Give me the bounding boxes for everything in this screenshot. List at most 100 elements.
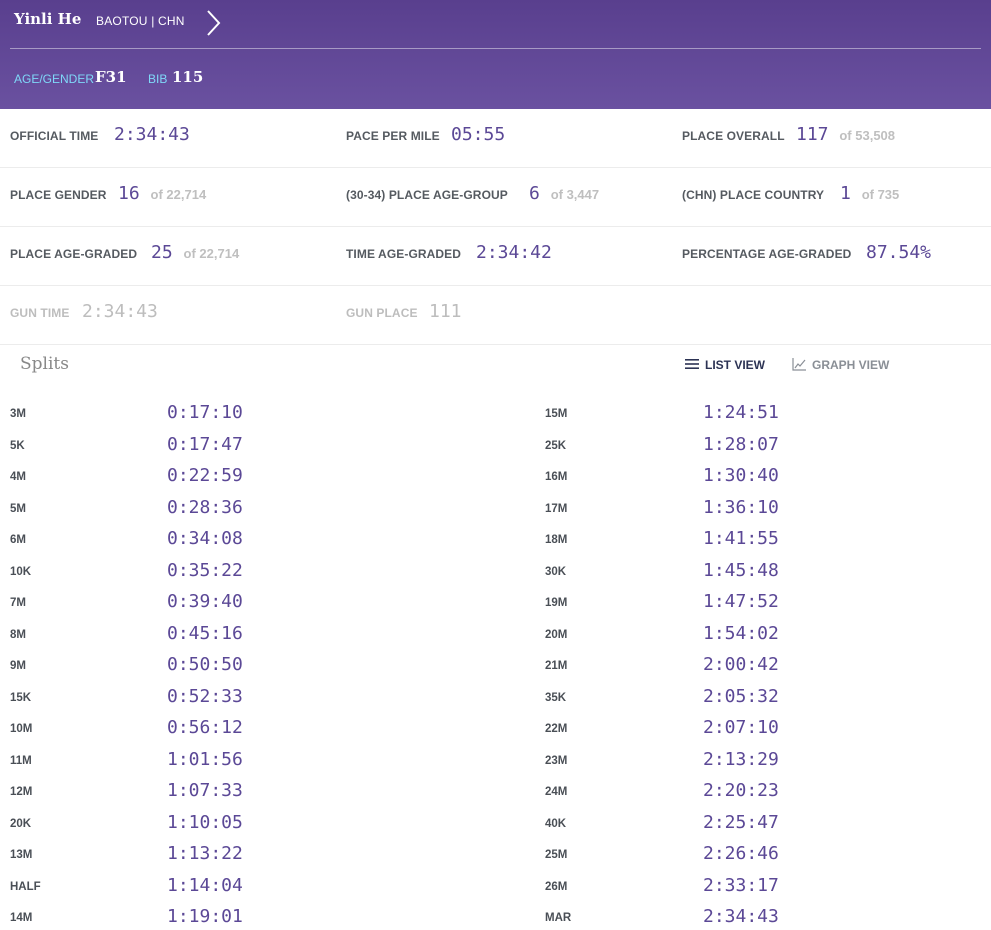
split-label: 5M: [10, 502, 26, 515]
split-label: 23M: [545, 754, 568, 767]
split-label: 4M: [10, 471, 26, 483]
split-time: 0:17:10: [167, 402, 243, 423]
split-time: 2:05:32: [703, 685, 779, 707]
stat-of-total: of 53,508: [839, 128, 896, 143]
split-time: 0:35:22: [167, 559, 243, 581]
stat-value-number: 117: [796, 124, 829, 145]
stat-value-number: 1: [840, 183, 851, 204]
runner-location: BAOTOU | CHN: [96, 14, 185, 28]
stat-value: 117 of 53,508: [796, 124, 895, 145]
split-label: 25K: [545, 439, 567, 452]
header-divider: [10, 48, 981, 49]
stat-label: (CHN) PLACE COUNTRY: [682, 188, 825, 202]
split-label: 35K: [545, 691, 567, 704]
stat-value: 2:34:42: [476, 242, 552, 263]
splits-title: Splits: [20, 354, 69, 374]
stat-value: 87.54%: [866, 242, 931, 263]
stat-value-number: 05:55: [451, 124, 506, 145]
split-time: 1:28:07: [703, 433, 779, 455]
split-label: 21M: [545, 660, 568, 672]
split-label: 19M: [545, 597, 568, 609]
split-time: 1:47:52: [703, 591, 779, 612]
bib-value: 115: [172, 68, 204, 86]
stat-label: OFFICIAL TIME: [10, 129, 99, 143]
stat-label: PACE PER MILE: [346, 129, 440, 143]
split-time: 1:54:02: [703, 622, 779, 644]
split-label: 22M: [545, 723, 568, 735]
stat-value-number: 87.54%: [866, 242, 932, 263]
stat-label: PERCENTAGE AGE-GRADED: [682, 247, 852, 261]
line-chart-icon: [792, 358, 806, 374]
stat-label: PLACE GENDER: [10, 188, 107, 202]
split-label: 18M: [545, 534, 568, 546]
stat-value-number: 2:34:43: [82, 301, 158, 322]
split-label: 9M: [10, 660, 26, 672]
split-label: 30K: [545, 565, 567, 578]
split-time: 2:07:10: [703, 717, 779, 738]
stat-of-total: of 22,714: [150, 187, 207, 202]
stat-value: 2:34:43: [82, 301, 158, 322]
split-label: 26M: [545, 880, 568, 893]
split-time: 0:34:08: [167, 528, 243, 549]
split-label: 5K: [10, 439, 25, 452]
stat-label: (30-34) PLACE AGE-GROUP: [346, 188, 508, 202]
split-label: 6M: [10, 534, 26, 546]
stat-value-number: 2:34:43: [114, 124, 190, 145]
graph-view-label: GRAPH VIEW: [812, 358, 890, 373]
stat-value: 2:34:43: [114, 124, 190, 145]
split-label: MAR: [545, 912, 572, 924]
stats-row: GUN TIME 2:34:43 GUN PLACE 111: [0, 286, 991, 345]
split-label: 12M: [10, 786, 33, 798]
split-time: 2:13:29: [703, 748, 779, 770]
split-time: 1:30:40: [703, 465, 779, 486]
stats-row: PLACE GENDER 16 of 22,714 (30-34) PLACE …: [0, 168, 991, 227]
stat-value: 111: [429, 301, 462, 322]
split-time: 1:01:56: [167, 748, 243, 770]
stats-row: PLACE AGE-GRADED 25 of 22,714 TIME AGE-G…: [0, 227, 991, 286]
split-label: 16M: [545, 471, 568, 483]
split-time: 0:28:36: [167, 496, 243, 518]
split-time: 0:50:50: [167, 654, 243, 675]
list-view-label: LIST VIEW: [705, 358, 765, 372]
split-time: 1:14:04: [167, 874, 243, 896]
split-label: 14M: [10, 912, 33, 924]
chevron-right-icon[interactable]: [202, 8, 226, 38]
split-label: 3M: [10, 408, 26, 420]
split-time: 1:45:48: [703, 559, 779, 581]
stat-value: 05:55: [451, 124, 505, 145]
split-label: 17M: [545, 502, 568, 515]
split-label: 40K: [545, 817, 567, 830]
age-gender-label: AGE/GENDER: [14, 72, 95, 86]
split-time: 0:17:47: [167, 433, 243, 455]
list-icon: [685, 358, 699, 373]
split-time: 2:33:17: [703, 874, 779, 896]
list-view-button[interactable]: LIST VIEW: [685, 358, 765, 373]
stat-label: TIME AGE-GRADED: [346, 247, 462, 261]
stat-value-number: 25: [151, 242, 173, 263]
stat-value: 6 of 3,447: [529, 183, 599, 204]
stat-value: 1 of 735: [840, 183, 899, 204]
split-time: 0:52:33: [167, 685, 243, 707]
split-time: 2:00:42: [703, 654, 779, 675]
split-time: 0:39:40: [167, 591, 243, 612]
split-label: 7M: [10, 597, 26, 609]
graph-view-button[interactable]: GRAPH VIEW: [792, 358, 889, 374]
split-label: 25M: [545, 849, 568, 861]
split-time: 2:26:46: [703, 843, 779, 864]
stat-of-total: of 735: [861, 187, 900, 202]
split-label: 11M: [10, 754, 32, 767]
stat-of-total: of 22,714: [183, 246, 240, 261]
bib-label: BIB: [148, 72, 168, 86]
stat-label: PLACE OVERALL: [682, 129, 785, 143]
stat-value-number: 16: [118, 183, 140, 204]
split-time: 1:07:33: [167, 780, 243, 801]
split-label: 10M: [10, 723, 33, 735]
split-label: 10K: [10, 565, 32, 578]
split-label: 24M: [545, 786, 568, 798]
runner-header: Yinli He BAOTOU | CHN AGE/GENDER F31 BIB…: [0, 0, 991, 109]
split-label: 15K: [10, 691, 32, 704]
split-time: 1:41:55: [703, 528, 779, 549]
split-label: 15M: [545, 408, 568, 420]
age-gender-value: F31: [95, 68, 127, 86]
split-time: 0:45:16: [167, 622, 243, 644]
